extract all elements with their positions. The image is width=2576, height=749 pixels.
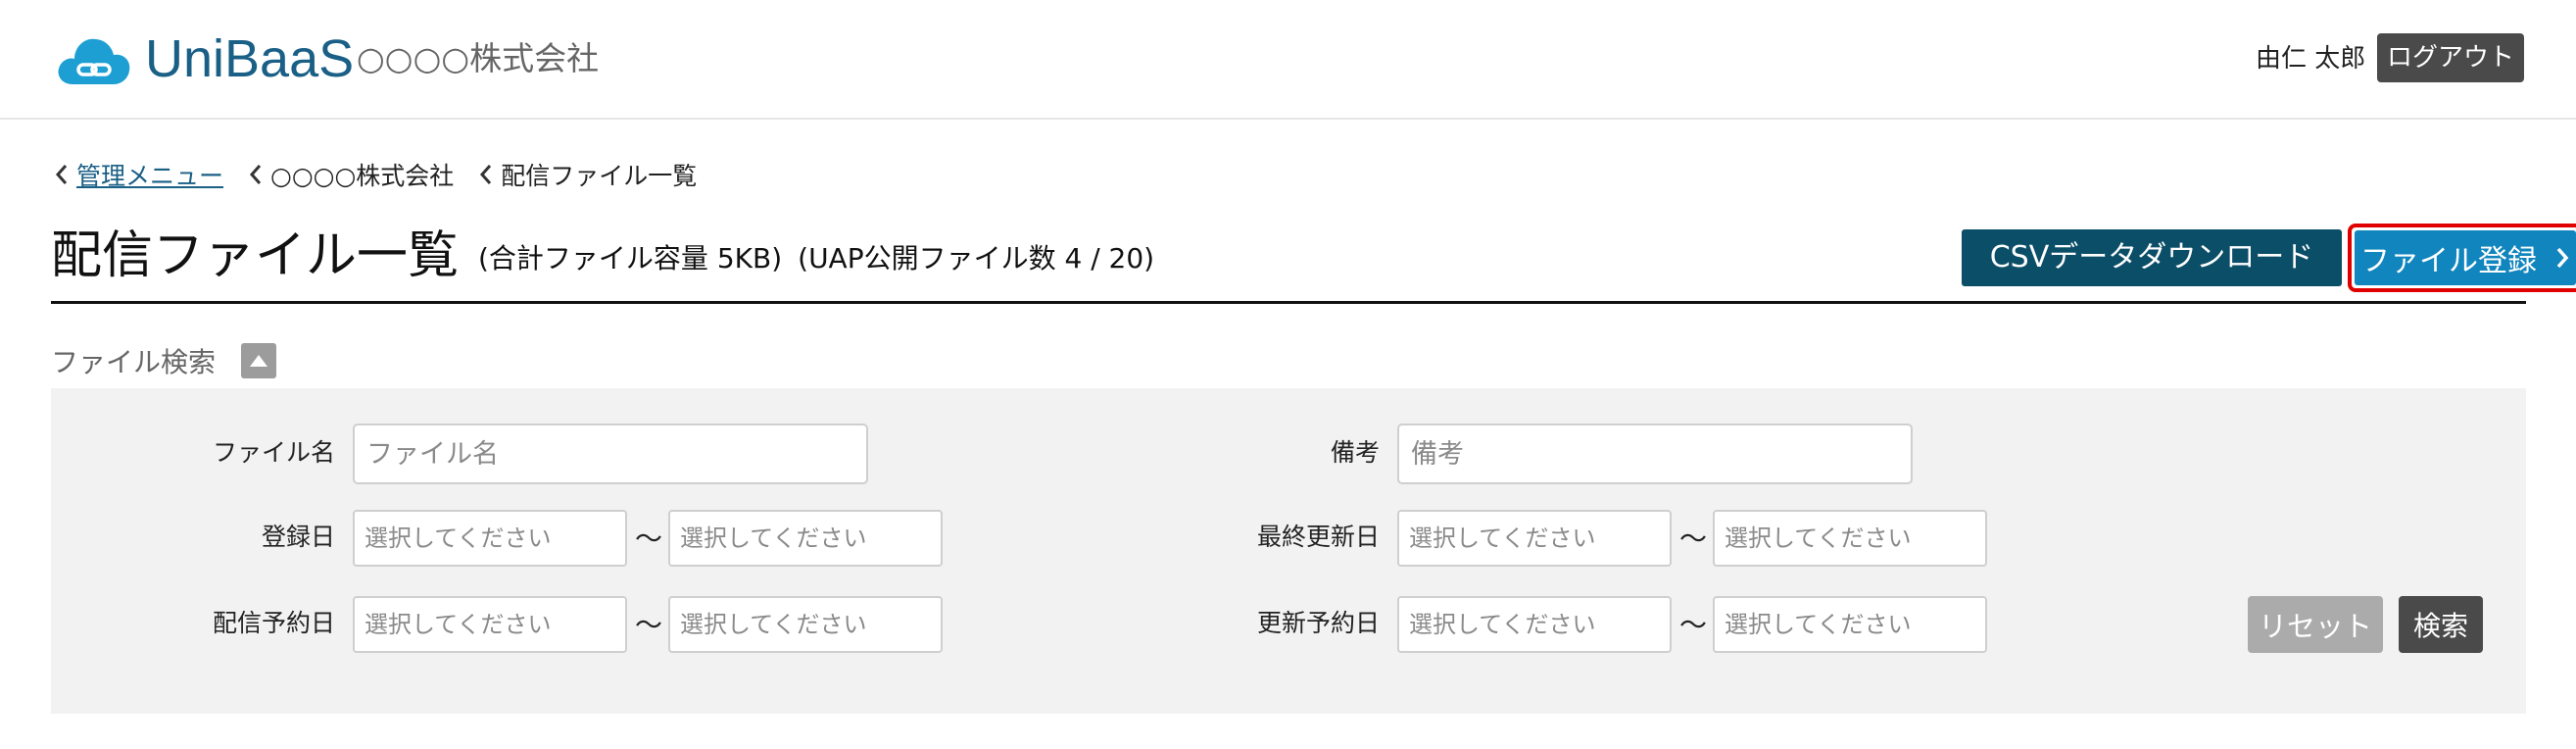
update-scheduled-from-input[interactable] bbox=[1397, 596, 1672, 653]
range-separator: ～ bbox=[635, 609, 663, 641]
breadcrumb-label[interactable]: 管理メニュー bbox=[76, 157, 223, 192]
update-scheduled-label: 更新予約日 bbox=[1256, 609, 1380, 637]
search-panel: ファイル名 備考 登録日 ～ 最終更新日 ～ 配信予約日 ～ 更新予約日 ～ リ… bbox=[51, 388, 2526, 714]
brand-name: UniBaaS bbox=[145, 29, 355, 88]
total-file-size: (合計ファイル容量 5KB) bbox=[478, 242, 783, 275]
chevron-left-icon bbox=[480, 165, 492, 184]
breadcrumb: 管理メニュー ○○○○株式会社 配信ファイル一覧 bbox=[51, 157, 718, 192]
last-updated-to-input[interactable] bbox=[1713, 510, 1987, 567]
registered-date-to-input[interactable] bbox=[668, 510, 943, 567]
delivery-scheduled-to-input[interactable] bbox=[668, 596, 943, 653]
register-button-highlight: ファイル登録 bbox=[2348, 224, 2576, 292]
range-separator: ～ bbox=[635, 523, 663, 555]
last-updated-from-input[interactable] bbox=[1397, 510, 1672, 567]
logout-button[interactable]: ログアウト bbox=[2377, 33, 2524, 82]
uap-file-count: (UAP公開ファイル数 4 / 20) bbox=[798, 242, 1155, 275]
filename-label: ファイル名 bbox=[212, 438, 335, 467]
search-button[interactable]: 検索 bbox=[2399, 596, 2483, 653]
breadcrumb-label: ○○○○株式会社 bbox=[270, 162, 455, 190]
triangle-up-icon bbox=[250, 355, 268, 367]
delivery-scheduled-label: 配信予約日 bbox=[212, 609, 335, 637]
breadcrumb-item-current: 配信ファイル一覧 bbox=[475, 157, 697, 192]
registered-date-from-input[interactable] bbox=[353, 510, 627, 567]
search-section-header: ファイル検索 bbox=[51, 339, 277, 382]
update-scheduled-to-input[interactable] bbox=[1713, 596, 1987, 653]
company-name: ○○○○株式会社 bbox=[357, 39, 600, 77]
title-meta: (合計ファイル容量 5KB) (UAP公開ファイル数 4 / 20) bbox=[478, 239, 1170, 278]
register-file-button[interactable]: ファイル登録 bbox=[2355, 230, 2576, 285]
chevron-left-icon bbox=[250, 165, 262, 184]
search-section-label: ファイル検索 bbox=[51, 346, 217, 378]
range-separator: ～ bbox=[1679, 523, 1708, 555]
note-input[interactable] bbox=[1397, 424, 1913, 484]
app-header: UniBaaS ○○○○株式会社 由仁 太郎 ログアウト bbox=[0, 0, 2576, 120]
last-updated-label: 最終更新日 bbox=[1256, 523, 1380, 551]
page-title: 配信ファイル一覧 bbox=[51, 226, 460, 285]
csv-download-button[interactable]: CSVデータダウンロード bbox=[1962, 229, 2342, 286]
registered-date-label: 登録日 bbox=[261, 523, 335, 551]
delivery-scheduled-from-input[interactable] bbox=[353, 596, 627, 653]
chevron-left-icon bbox=[55, 165, 68, 184]
reset-button[interactable]: リセット bbox=[2248, 596, 2383, 653]
chevron-right-icon bbox=[2556, 247, 2569, 269]
title-row: 配信ファイル一覧 (合計ファイル容量 5KB) (UAP公開ファイル数 4 / 2… bbox=[51, 218, 2576, 304]
breadcrumb-label: 配信ファイル一覧 bbox=[501, 162, 698, 190]
range-separator: ～ bbox=[1679, 609, 1708, 641]
breadcrumb-item-company: ○○○○株式会社 bbox=[245, 157, 454, 192]
collapse-toggle-button[interactable] bbox=[241, 343, 277, 378]
user-name: 由仁 太郎 bbox=[2256, 44, 2366, 74]
register-file-label: ファイル登録 bbox=[2360, 244, 2537, 278]
breadcrumb-item-admin-menu[interactable]: 管理メニュー bbox=[51, 157, 223, 192]
filename-input[interactable] bbox=[353, 424, 868, 484]
note-label: 備考 bbox=[1330, 438, 1380, 467]
cloud-link-icon[interactable] bbox=[55, 29, 133, 88]
